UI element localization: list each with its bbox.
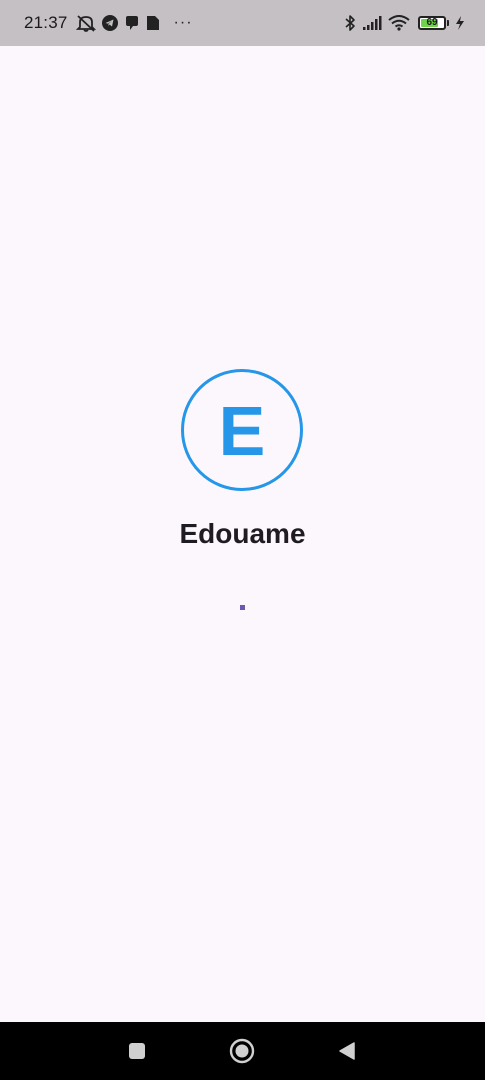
- logo-letter: E: [218, 392, 266, 470]
- charging-icon: [455, 15, 465, 31]
- more-dots-icon: ···: [173, 14, 193, 31]
- app-name: Edouame: [179, 518, 306, 549]
- app-logo: E: [181, 369, 303, 491]
- home-icon: [229, 1038, 255, 1064]
- mute-icon: [75, 14, 96, 32]
- chat-icon: [124, 15, 140, 31]
- recents-button[interactable]: [117, 1022, 157, 1080]
- signal-icon: [362, 15, 382, 31]
- back-icon: [339, 1042, 355, 1060]
- status-right: 69: [344, 14, 465, 32]
- status-left: 21:37 ···: [24, 13, 193, 33]
- recents-icon: [129, 1043, 145, 1059]
- status-time: 21:37: [24, 13, 68, 32]
- navigation-bar: [0, 1022, 485, 1080]
- sim-icon: [146, 15, 160, 31]
- wifi-icon: [388, 15, 410, 31]
- loading-indicator: [240, 605, 245, 610]
- bluetooth-icon: [344, 14, 356, 32]
- telegram-icon: [101, 15, 118, 31]
- battery-tip: [447, 20, 449, 26]
- back-button[interactable]: [327, 1022, 367, 1080]
- battery-level: 69: [426, 17, 438, 28]
- battery-icon: 69: [418, 16, 446, 30]
- splash-screen: 21:37 ··· 69 E Edouame: [0, 0, 485, 1080]
- status-bar: 21:37 ··· 69: [0, 0, 485, 46]
- home-button[interactable]: [222, 1022, 262, 1080]
